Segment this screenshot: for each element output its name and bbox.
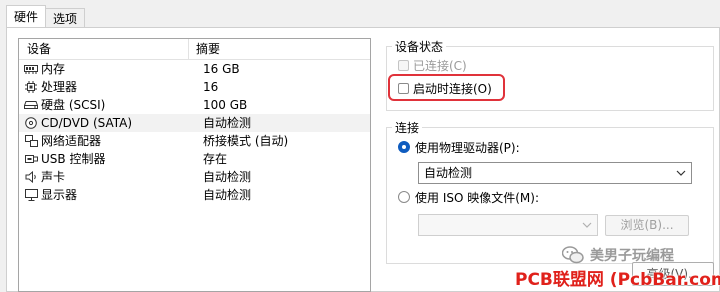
browse-button: 浏览(B)... xyxy=(605,215,689,236)
device-summary: 自动检测 xyxy=(203,170,252,184)
display-icon xyxy=(24,189,38,201)
wechat-icon xyxy=(562,246,584,264)
device-list-header: 设备 摘要 xyxy=(19,39,370,60)
device-name: USB 控制器 xyxy=(41,152,106,166)
device-row-sound-card[interactable]: 声卡 自动检测 xyxy=(19,168,370,186)
tab-hardware[interactable]: 硬件 xyxy=(6,5,47,28)
device-row-display[interactable]: 显示器 自动检测 xyxy=(19,186,370,204)
iso-file-combo xyxy=(418,214,598,236)
device-summary: 16 xyxy=(203,80,219,94)
connected-checkbox-box xyxy=(398,59,409,71)
column-header-device[interactable]: 设备 xyxy=(19,39,189,59)
device-summary: 自动检测 xyxy=(203,116,252,130)
device-status-title: 设备状态 xyxy=(395,40,444,54)
use-physical-drive-label[interactable]: 使用物理驱动器(P): xyxy=(415,139,520,156)
device-row-hard-disk[interactable]: 硬盘 (SCSI) 100 GB xyxy=(19,96,370,114)
device-row-usb[interactable]: USB 控制器 存在 xyxy=(19,150,370,168)
device-summary: 桥接模式 (自动) xyxy=(203,134,289,148)
hard-disk-icon xyxy=(24,99,38,111)
tab-strip: 硬件 选项 xyxy=(6,4,86,28)
cd-dvd-icon xyxy=(24,117,38,129)
physical-drive-value: 自动检测 xyxy=(424,166,473,180)
device-name: 硬盘 (SCSI) xyxy=(41,98,106,112)
wechat-watermark-text: 美男子玩编程 xyxy=(590,248,674,264)
memory-icon xyxy=(24,63,38,75)
device-name: CD/DVD (SATA) xyxy=(41,116,133,130)
site-watermark: PCB联盟网 (PcbBar.com) xyxy=(515,270,720,290)
processor-icon xyxy=(24,81,38,93)
use-iso-file-label[interactable]: 使用 ISO 映像文件(M): xyxy=(415,189,539,206)
tab-options[interactable]: 选项 xyxy=(45,8,86,28)
device-row-memory[interactable]: 内存 16 GB xyxy=(19,60,370,78)
highlight-annotation xyxy=(388,74,505,101)
device-summary: 存在 xyxy=(203,152,228,166)
speaker-icon xyxy=(24,171,38,183)
device-name: 网络适配器 xyxy=(41,134,102,148)
device-name: 内存 xyxy=(41,62,66,76)
column-header-summary[interactable]: 摘要 xyxy=(189,39,370,59)
use-physical-drive-radio[interactable]: 使用物理驱动器(P): xyxy=(398,139,520,155)
device-name: 显示器 xyxy=(41,188,78,202)
usb-icon xyxy=(24,153,38,165)
chevron-down-icon[interactable] xyxy=(675,163,687,183)
device-row-processor[interactable]: 处理器 16 xyxy=(19,78,370,96)
network-adapter-icon xyxy=(24,135,38,147)
device-row-network-adapter[interactable]: 网络适配器 桥接模式 (自动) xyxy=(19,132,370,150)
connection-title: 连接 xyxy=(395,121,420,135)
device-list[interactable]: 设备 摘要 内存 16 GB 处理器 16 硬盘 (SCSI) 100 GB C… xyxy=(18,38,371,292)
connected-checkbox: 已连接(C) xyxy=(398,57,467,73)
wechat-watermark: 美男子玩编程 xyxy=(562,245,674,265)
device-row-cd-dvd[interactable]: CD/DVD (SATA) 自动检测 xyxy=(19,114,370,132)
physical-drive-select[interactable]: 自动检测 xyxy=(418,162,692,184)
chevron-down-icon xyxy=(581,215,593,235)
device-name: 处理器 xyxy=(41,80,78,94)
device-name: 声卡 xyxy=(41,170,66,184)
device-summary: 100 GB xyxy=(203,98,248,112)
use-iso-file-radio[interactable]: 使用 ISO 映像文件(M): xyxy=(398,189,539,205)
connected-label: 已连接(C) xyxy=(413,58,467,73)
device-summary: 自动检测 xyxy=(203,188,252,202)
radio-unselected-indicator[interactable] xyxy=(398,191,410,203)
device-summary: 16 GB xyxy=(203,62,240,76)
radio-selected-indicator[interactable] xyxy=(398,141,410,153)
